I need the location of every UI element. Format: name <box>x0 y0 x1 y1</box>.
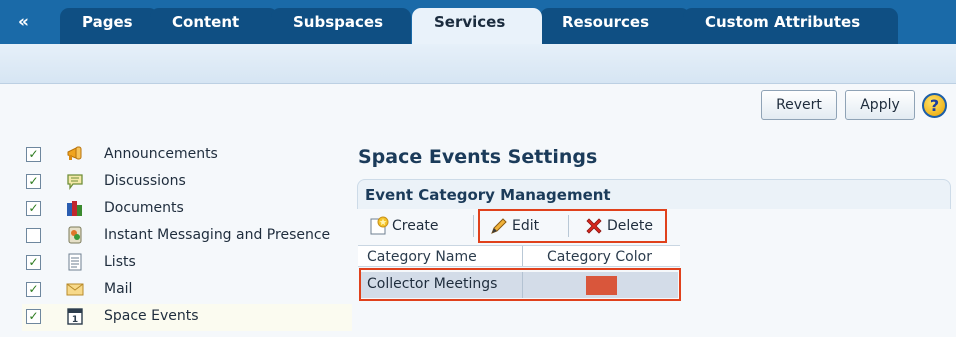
apply-button[interactable]: Apply <box>845 90 915 120</box>
service-item-lists[interactable]: ✓ Lists <box>22 250 352 277</box>
revert-button[interactable]: Revert <box>761 90 837 120</box>
service-label: Lists <box>104 254 136 270</box>
settings-title: Space Events Settings <box>358 146 598 168</box>
service-item-space-events[interactable]: ✓ 1 Space Events <box>22 304 352 331</box>
tab-label: Subspaces <box>293 13 383 31</box>
highlight-box <box>478 209 667 243</box>
service-label: Mail <box>104 281 133 297</box>
service-checkbox[interactable]: ✓ <box>26 147 41 162</box>
service-item-instant-messaging[interactable]: Instant Messaging and Presence <box>22 223 352 250</box>
column-divider <box>522 246 523 266</box>
column-header-category-name[interactable]: Category Name <box>367 249 477 265</box>
service-checkbox[interactable]: ✓ <box>26 282 41 297</box>
service-checkbox[interactable]: ✓ <box>26 174 41 189</box>
service-label: Instant Messaging and Presence <box>104 227 331 243</box>
service-label: Documents <box>104 200 184 216</box>
mail-icon <box>66 283 84 296</box>
help-icon[interactable]: ? <box>922 93 947 118</box>
tab-label: Services <box>434 13 506 31</box>
tab-label: Custom Attributes <box>705 13 861 31</box>
sub-header-band <box>0 44 956 84</box>
documents-icon <box>67 201 82 216</box>
tab-custom-attributes[interactable]: Custom Attributes <box>683 8 898 44</box>
toolbar-separator <box>473 215 474 237</box>
calendar-icon: 1 <box>67 308 83 325</box>
service-checkbox[interactable]: ✓ <box>26 201 41 216</box>
service-label: Space Events <box>104 308 199 324</box>
speech-bubble-icon <box>67 174 83 190</box>
service-label: Announcements <box>104 146 218 162</box>
service-checkbox[interactable]: ✓ <box>26 309 41 324</box>
create-icon <box>370 216 389 235</box>
service-checkbox[interactable]: ✓ <box>26 255 41 270</box>
service-checkbox[interactable] <box>26 228 41 243</box>
collapse-panel-icon[interactable]: « <box>18 14 29 31</box>
tab-label: Pages <box>82 13 133 31</box>
tab-label: Content <box>172 13 240 31</box>
tab-label: Resources <box>562 13 650 31</box>
service-item-discussions[interactable]: ✓ Discussions <box>22 169 352 196</box>
create-label: Create <box>392 218 439 234</box>
tab-pages[interactable]: Pages <box>60 8 158 44</box>
section-title: Event Category Management <box>365 186 611 204</box>
tab-services[interactable]: Services <box>412 8 542 44</box>
instant-messaging-icon <box>68 226 82 244</box>
service-label: Discussions <box>104 173 186 189</box>
svg-text:1: 1 <box>72 315 78 325</box>
service-item-mail[interactable]: ✓ Mail <box>22 277 352 304</box>
tab-bar: « Pages Content Subspaces Resources Cust… <box>0 0 956 44</box>
highlight-box <box>359 268 681 301</box>
tab-resources[interactable]: Resources <box>540 8 690 44</box>
service-item-announcements[interactable]: ✓ Announcements <box>22 142 352 169</box>
megaphone-icon <box>67 146 82 160</box>
create-button[interactable]: Create <box>369 214 439 240</box>
tab-subspaces[interactable]: Subspaces <box>271 8 411 44</box>
column-header-category-color[interactable]: Category Color <box>547 249 652 265</box>
list-icon <box>68 253 82 271</box>
tab-content[interactable]: Content <box>150 8 278 44</box>
service-item-documents[interactable]: ✓ Documents <box>22 196 352 223</box>
